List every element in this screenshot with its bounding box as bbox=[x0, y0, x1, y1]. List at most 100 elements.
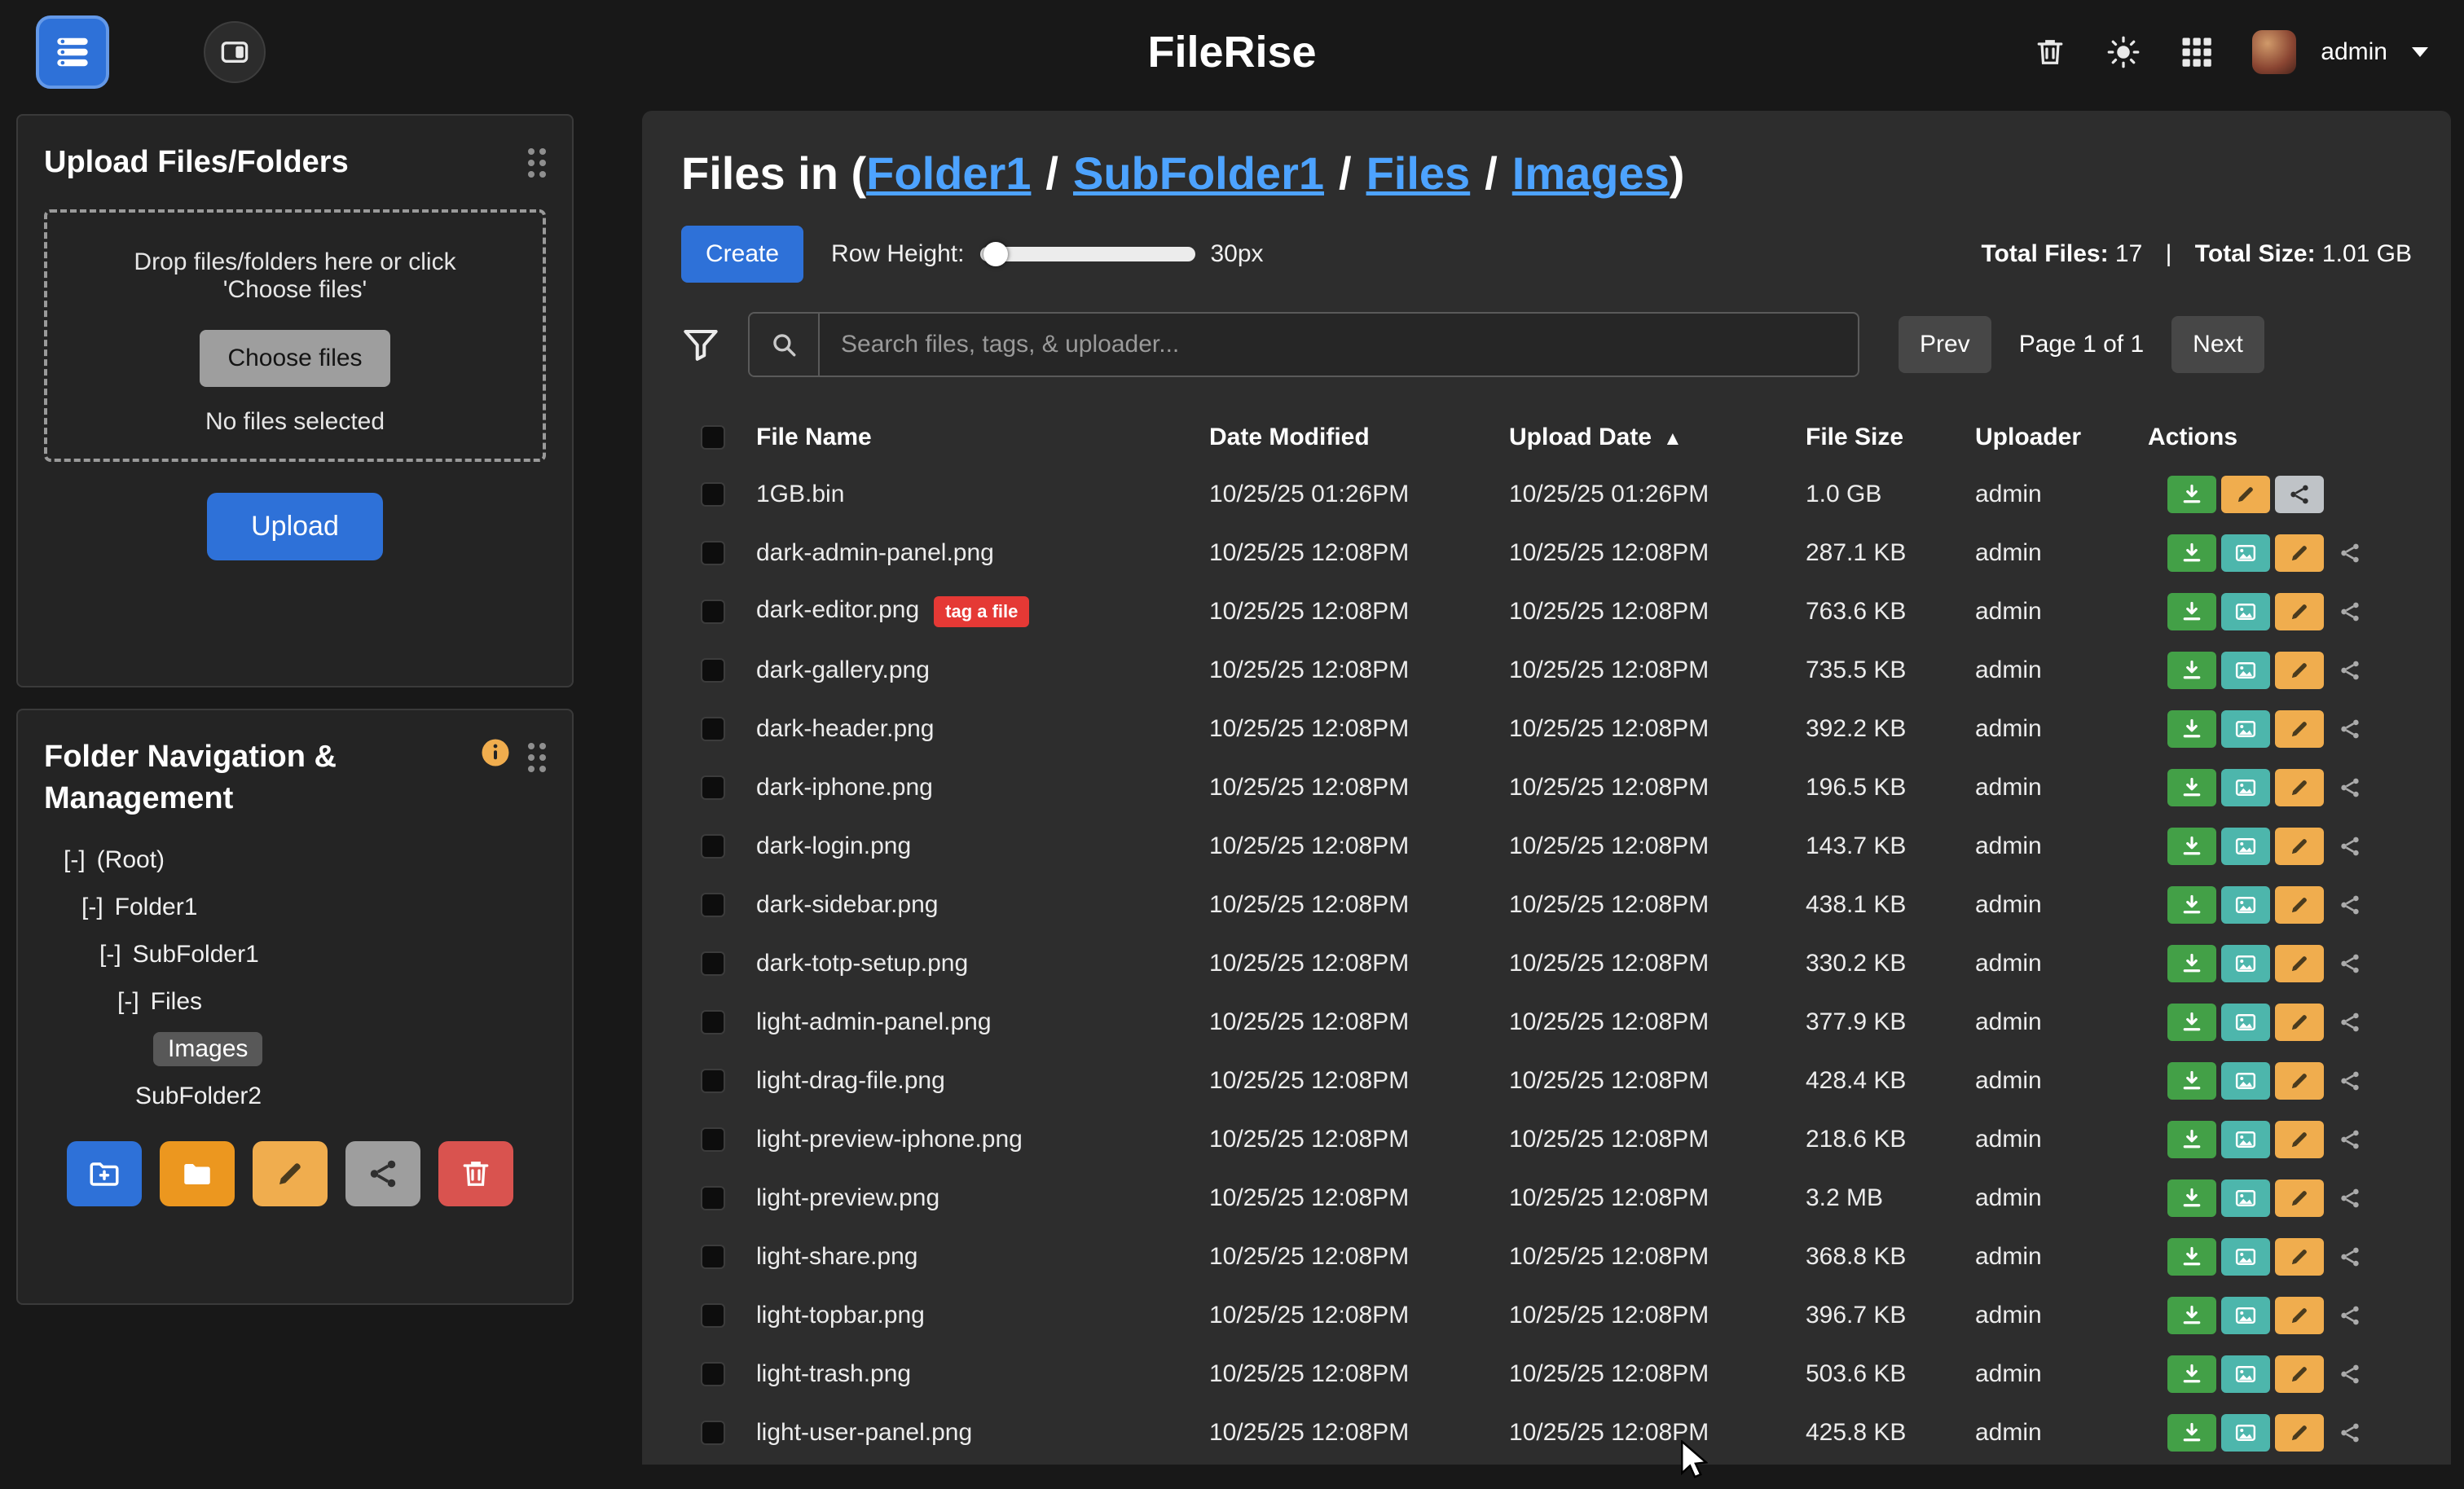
row-checkbox[interactable] bbox=[701, 717, 725, 741]
collapse-toggle-icon[interactable]: [-] bbox=[81, 894, 103, 921]
caret-down-icon[interactable] bbox=[2412, 47, 2428, 57]
row-checkbox[interactable] bbox=[701, 482, 725, 507]
share-button[interactable] bbox=[2329, 593, 2371, 630]
breadcrumb-link-files[interactable]: Files bbox=[1366, 147, 1471, 199]
tree-item-subfolder2[interactable]: SubFolder2 bbox=[44, 1073, 546, 1120]
filter-icon[interactable] bbox=[681, 325, 720, 364]
download-button[interactable] bbox=[2167, 1238, 2216, 1276]
file-name[interactable]: light-trash.png bbox=[756, 1360, 911, 1387]
file-name[interactable]: dark-login.png bbox=[756, 832, 911, 859]
file-name[interactable]: light-preview.png bbox=[756, 1184, 939, 1211]
select-all-checkbox[interactable] bbox=[701, 425, 725, 450]
choose-files-button[interactable]: Choose files bbox=[200, 330, 389, 387]
preview-button[interactable] bbox=[2221, 1121, 2270, 1158]
share-button[interactable] bbox=[2329, 652, 2371, 689]
column-header-file-name[interactable]: File Name bbox=[756, 424, 1209, 451]
drag-handle-icon[interactable] bbox=[528, 148, 546, 178]
download-button[interactable] bbox=[2167, 476, 2216, 513]
row-checkbox[interactable] bbox=[701, 1421, 725, 1445]
preview-button[interactable] bbox=[2221, 1355, 2270, 1393]
column-header-uploader[interactable]: Uploader bbox=[1975, 424, 2148, 451]
edit-button[interactable] bbox=[2275, 769, 2324, 806]
download-button[interactable] bbox=[2167, 1062, 2216, 1100]
column-header-file-size[interactable]: File Size bbox=[1806, 424, 1975, 451]
edit-button[interactable] bbox=[2275, 652, 2324, 689]
file-name[interactable]: light-admin-panel.png bbox=[756, 1008, 992, 1035]
preview-button[interactable] bbox=[2221, 828, 2270, 865]
breadcrumb-link-folder1[interactable]: Folder1 bbox=[866, 147, 1031, 199]
row-checkbox[interactable] bbox=[701, 951, 725, 976]
column-header-upload-date[interactable]: Upload Date▲ bbox=[1509, 424, 1806, 451]
breadcrumb-link-subfolder1[interactable]: SubFolder1 bbox=[1073, 147, 1324, 199]
preview-button[interactable] bbox=[2221, 652, 2270, 689]
edit-button[interactable] bbox=[2275, 828, 2324, 865]
download-button[interactable] bbox=[2167, 1004, 2216, 1041]
file-name[interactable]: dark-header.png bbox=[756, 715, 935, 742]
edit-button[interactable] bbox=[2275, 1355, 2324, 1393]
download-button[interactable] bbox=[2167, 1355, 2216, 1393]
edit-button[interactable] bbox=[2275, 1179, 2324, 1217]
apps-grid-icon[interactable] bbox=[2179, 34, 2215, 70]
row-checkbox[interactable] bbox=[701, 541, 725, 565]
row-checkbox[interactable] bbox=[701, 1127, 725, 1152]
edit-button[interactable] bbox=[2275, 1062, 2324, 1100]
share-button[interactable] bbox=[2329, 710, 2371, 748]
file-name[interactable]: dark-sidebar.png bbox=[756, 891, 938, 918]
search-input[interactable] bbox=[820, 314, 1858, 376]
preview-button[interactable] bbox=[2221, 1238, 2270, 1276]
create-button[interactable]: Create bbox=[681, 226, 803, 283]
download-button[interactable] bbox=[2167, 652, 2216, 689]
preview-button[interactable] bbox=[2221, 534, 2270, 572]
edit-button[interactable] bbox=[2275, 593, 2324, 630]
avatar[interactable] bbox=[2252, 30, 2296, 74]
download-button[interactable] bbox=[2167, 1297, 2216, 1334]
download-button[interactable] bbox=[2167, 1179, 2216, 1217]
edit-button[interactable] bbox=[2275, 1297, 2324, 1334]
file-name[interactable]: light-topbar.png bbox=[756, 1302, 925, 1329]
row-checkbox[interactable] bbox=[701, 658, 725, 683]
move-folder-button[interactable] bbox=[160, 1141, 235, 1206]
app-logo-button[interactable] bbox=[36, 15, 109, 89]
column-header-actions[interactable]: Actions bbox=[2148, 424, 2412, 451]
row-checkbox[interactable] bbox=[701, 1186, 725, 1210]
share-button[interactable] bbox=[2329, 828, 2371, 865]
row-checkbox[interactable] bbox=[701, 1010, 725, 1034]
tree-item-files[interactable]: [-]Files bbox=[44, 978, 546, 1026]
row-checkbox[interactable] bbox=[701, 1069, 725, 1093]
download-button[interactable] bbox=[2167, 593, 2216, 630]
edit-button[interactable] bbox=[2275, 1238, 2324, 1276]
download-button[interactable] bbox=[2167, 769, 2216, 806]
download-button[interactable] bbox=[2167, 1414, 2216, 1452]
next-page-button[interactable]: Next bbox=[2171, 316, 2264, 373]
delete-folder-button[interactable] bbox=[438, 1141, 513, 1206]
upload-button[interactable]: Upload bbox=[207, 493, 383, 560]
preview-button[interactable] bbox=[2221, 769, 2270, 806]
preview-button[interactable] bbox=[2221, 886, 2270, 924]
download-button[interactable] bbox=[2167, 534, 2216, 572]
file-name[interactable]: light-share.png bbox=[756, 1243, 917, 1270]
download-button[interactable] bbox=[2167, 945, 2216, 982]
breadcrumb-link-images[interactable]: Images bbox=[1512, 147, 1670, 199]
file-name[interactable]: dark-totp-setup.png bbox=[756, 950, 968, 977]
slider-thumb[interactable] bbox=[983, 242, 1008, 266]
file-name[interactable]: 1GB.bin bbox=[756, 481, 844, 507]
share-button[interactable] bbox=[2329, 1121, 2371, 1158]
file-name[interactable]: light-preview-iphone.png bbox=[756, 1126, 1023, 1153]
file-name[interactable]: dark-iphone.png bbox=[756, 774, 933, 801]
row-checkbox[interactable] bbox=[701, 834, 725, 859]
row-checkbox[interactable] bbox=[701, 775, 725, 800]
share-button[interactable] bbox=[2329, 1355, 2371, 1393]
share-button[interactable] bbox=[2329, 769, 2371, 806]
share-button[interactable] bbox=[2275, 476, 2324, 513]
panel-toggle-button[interactable] bbox=[204, 21, 266, 83]
file-name[interactable]: dark-admin-panel.png bbox=[756, 539, 994, 566]
edit-button[interactable] bbox=[2275, 1121, 2324, 1158]
tree-item-images[interactable]: Images bbox=[44, 1026, 546, 1073]
row-checkbox[interactable] bbox=[701, 1362, 725, 1386]
search-icon[interactable] bbox=[750, 314, 820, 376]
create-folder-button[interactable] bbox=[67, 1141, 142, 1206]
share-button[interactable] bbox=[2329, 1238, 2371, 1276]
tree-item-subfolder1[interactable]: [-]SubFolder1 bbox=[44, 931, 546, 978]
collapse-toggle-icon[interactable]: [-] bbox=[64, 846, 86, 874]
share-button[interactable] bbox=[2329, 1062, 2371, 1100]
